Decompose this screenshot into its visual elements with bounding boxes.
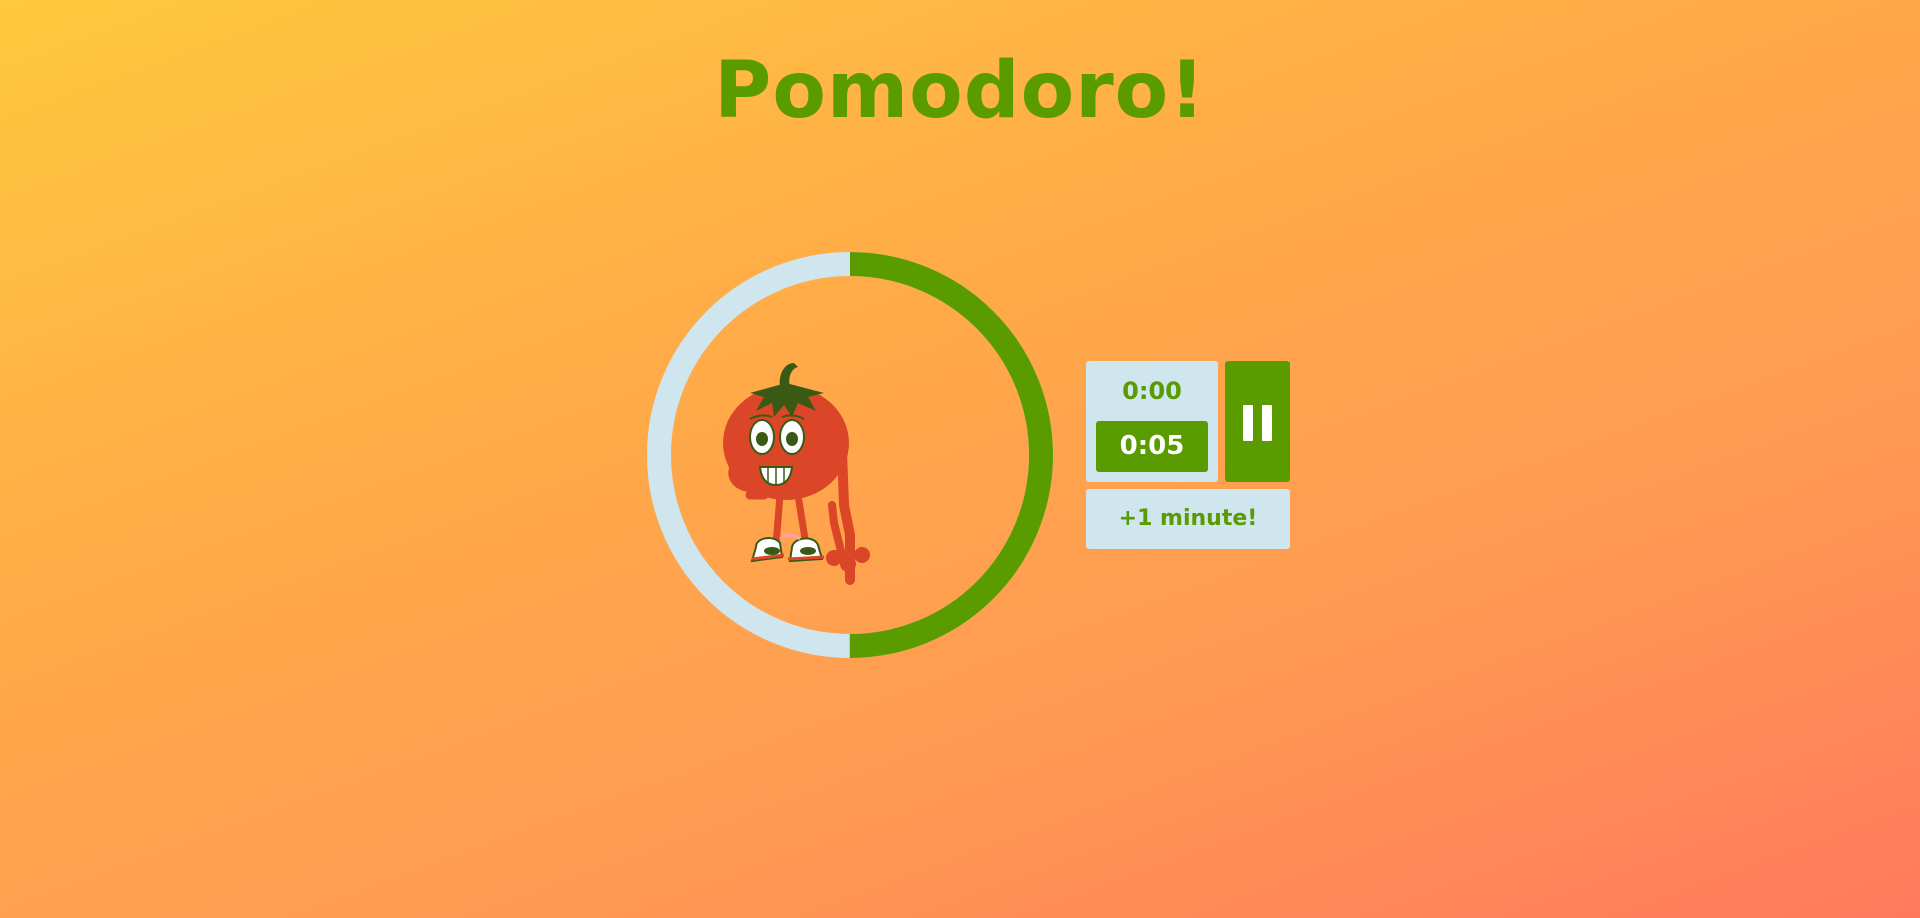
app-title: Pomodoro!: [714, 46, 1206, 136]
tomato-mascot: [720, 355, 890, 595]
tomato-stem: [779, 363, 798, 389]
elapsed-time: 0:00: [1122, 377, 1182, 405]
timer-panel: 0:00 0:05: [1086, 361, 1218, 482]
add-minute-button[interactable]: +1 minute!: [1086, 489, 1290, 549]
pause-button[interactable]: [1225, 361, 1290, 482]
duration-display[interactable]: 0:05: [1096, 421, 1208, 472]
tomato-leg-left: [772, 491, 784, 549]
